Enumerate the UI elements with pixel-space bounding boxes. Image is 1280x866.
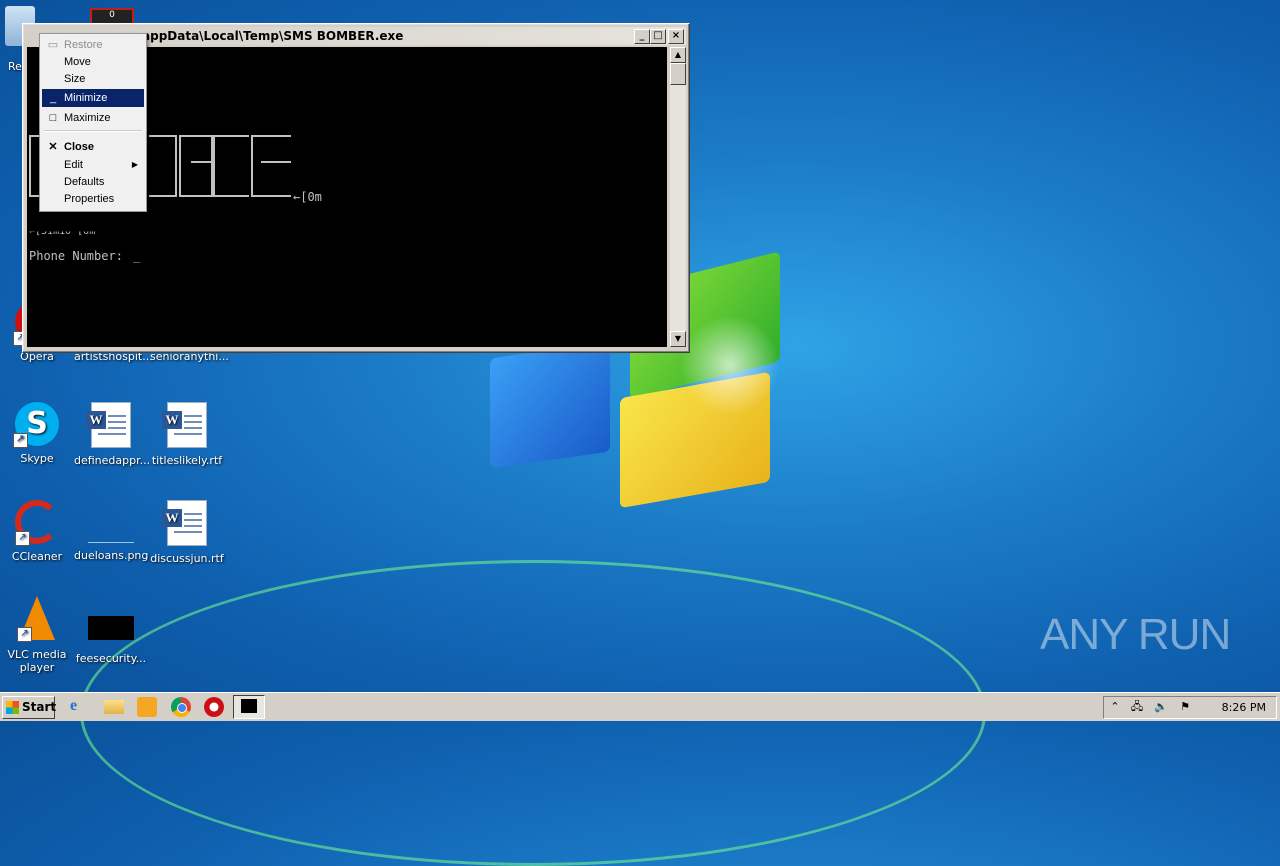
menu-item-size[interactable]: Size	[42, 70, 144, 88]
menu-item-defaults[interactable]: Defaults	[42, 173, 144, 191]
taskbar: Start e ⌃ 🖧 🔈 ⚑ 8:26 PM	[0, 692, 1280, 721]
partial-escape-line: ←[31m10 [0m	[29, 226, 96, 238]
menu-item-minimize[interactable]: _ Minimize	[42, 89, 144, 107]
image-file-icon	[88, 500, 134, 543]
desktop-icon-defined[interactable]: W definedappr...	[74, 402, 150, 467]
close-button[interactable]: ×	[668, 29, 684, 44]
scroll-thumb[interactable]	[670, 63, 686, 85]
menu-separator	[44, 130, 142, 132]
window-title: appData\Local\Temp\SMS BOMBER.exe	[142, 29, 404, 43]
menu-item-move[interactable]: Move	[42, 53, 144, 71]
console-app-icon[interactable]	[233, 695, 265, 719]
minimize-button[interactable]: _	[634, 29, 650, 44]
maximize-button[interactable]: □	[650, 29, 666, 44]
desktop-icon-ccleaner[interactable]: ↗ CCleaner	[0, 500, 74, 563]
vlc-icon: ↗	[17, 596, 55, 642]
windows-flag-icon	[6, 701, 19, 714]
network-icon[interactable]: 🖧	[1130, 700, 1144, 714]
submenu-arrow-icon: ▶	[131, 160, 138, 169]
black-file-icon	[88, 616, 134, 640]
menu-item-close[interactable]: ✕ Close	[42, 138, 144, 156]
ccleaner-icon: ↗	[15, 500, 59, 546]
desktop-icon-skype[interactable]: S ↗ Skype	[0, 402, 74, 465]
opera-taskbar-icon[interactable]	[204, 697, 224, 717]
clock[interactable]: 8:26 PM	[1222, 697, 1266, 718]
word-document-icon: W	[162, 500, 207, 546]
system-context-menu[interactable]: ▭ Restore Move Size _ Minimize □ Maximiz…	[39, 33, 147, 212]
desktop-icon-discuss[interactable]: W discussjun.rtf	[150, 500, 224, 565]
desktop-icon-dueloans[interactable]: dueloans.png	[74, 500, 148, 562]
internet-explorer-icon[interactable]: e	[70, 697, 90, 717]
word-document-icon: W	[86, 402, 131, 448]
word-document-icon: W	[162, 402, 207, 448]
vertical-scrollbar[interactable]: ▲ ▼	[670, 47, 686, 347]
minimize-icon: _	[49, 92, 57, 104]
scroll-up-button[interactable]: ▲	[670, 47, 686, 63]
show-hidden-icons-icon[interactable]: ⌃	[1108, 700, 1122, 714]
desktop-icon-titles[interactable]: W titleslikely.rtf	[150, 402, 224, 467]
restore-icon: ▭	[47, 39, 59, 51]
action-center-flag-icon[interactable]: ⚑	[1178, 700, 1192, 714]
volume-icon[interactable]: 🔈	[1154, 700, 1168, 714]
maximize-icon: □	[49, 112, 57, 124]
menu-item-edit[interactable]: Edit ▶	[42, 156, 144, 174]
scroll-down-button[interactable]: ▼	[670, 331, 686, 347]
desktop-icon-fees[interactable]: feesecurity...	[74, 596, 148, 665]
skype-icon: S ↗	[13, 402, 59, 448]
start-button[interactable]: Start	[2, 696, 56, 719]
system-tray: ⌃ 🖧 🔈 ⚑ 8:26 PM	[1103, 696, 1277, 719]
menu-item-restore[interactable]: ▭ Restore	[42, 36, 144, 54]
desktop-icon-vlc[interactable]: ↗ VLC media player	[0, 596, 74, 674]
text-cursor: _	[133, 249, 141, 263]
chrome-icon[interactable]	[171, 697, 191, 717]
close-icon: ✕	[48, 141, 58, 153]
menu-item-maximize[interactable]: □ Maximize	[42, 109, 144, 127]
phone-number-prompt: Phone Number:	[29, 249, 123, 263]
anyrun-watermark: ANY RUN	[1040, 610, 1231, 659]
menu-item-properties[interactable]: Properties	[42, 190, 144, 208]
escape-code-text: ←[0m	[293, 190, 322, 204]
media-player-icon[interactable]	[137, 697, 157, 717]
explorer-icon[interactable]	[104, 700, 124, 714]
